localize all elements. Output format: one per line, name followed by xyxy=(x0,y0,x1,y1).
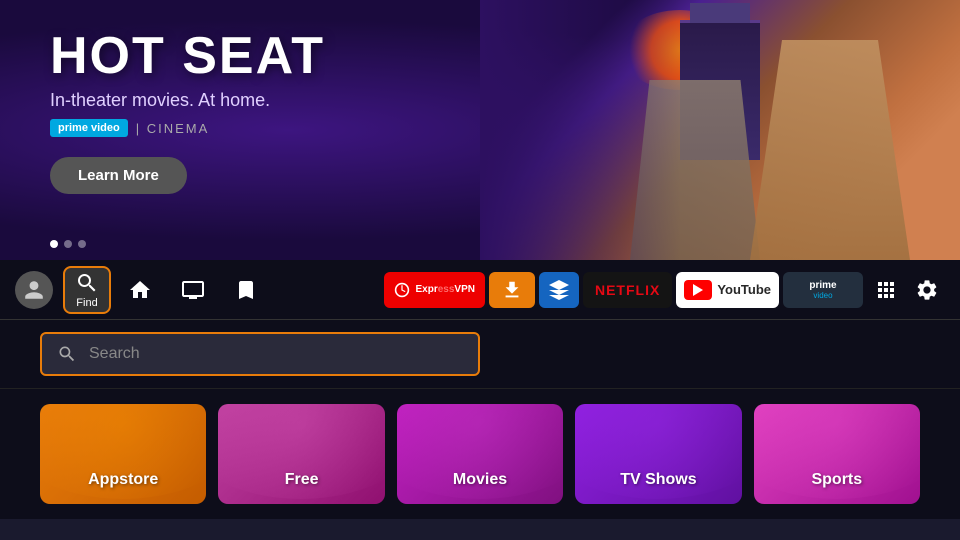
expressvpn-app-icon[interactable]: ExpressVPN xyxy=(384,272,484,308)
dot-2[interactable] xyxy=(64,240,72,248)
appstore-tile[interactable]: Appstore xyxy=(40,404,206,504)
expressvpn-icon xyxy=(394,282,410,298)
youtube-logo xyxy=(684,280,712,300)
character-1 xyxy=(750,40,910,260)
movies-tile[interactable]: Movies xyxy=(397,404,563,504)
tv-button[interactable] xyxy=(169,266,217,314)
prime-video-app-icon[interactable]: prime video xyxy=(783,272,863,308)
youtube-app-icon[interactable]: YouTube xyxy=(676,272,779,308)
learn-more-button[interactable]: Learn More xyxy=(50,157,187,194)
hero-title: HOT SEAT xyxy=(50,30,325,82)
carousel-dots xyxy=(50,240,86,248)
dot-3[interactable] xyxy=(78,240,86,248)
youtube-label: YouTube xyxy=(717,282,771,297)
hero-bg-gradient xyxy=(480,0,960,260)
tvshows-label: TV Shows xyxy=(620,471,696,489)
hero-banner: HOT SEAT In-theater movies. At home. pri… xyxy=(0,0,960,260)
settings-button[interactable] xyxy=(909,272,945,308)
search-icon xyxy=(75,271,99,295)
hero-brand: prime video | CINEMA xyxy=(50,119,325,137)
free-label: Free xyxy=(285,471,319,489)
filen-app-icon[interactable] xyxy=(539,272,579,308)
dot-1[interactable] xyxy=(50,240,58,248)
hero-fade-overlay xyxy=(480,0,680,260)
app-icons-group: ExpressVPN NETFLIX YouTube prime xyxy=(384,272,863,308)
watchlist-button[interactable] xyxy=(222,266,270,314)
hero-content: HOT SEAT In-theater movies. At home. pri… xyxy=(50,30,325,194)
prime-logo-text: prime video xyxy=(58,122,120,134)
free-tile[interactable]: Free xyxy=(218,404,384,504)
search-placeholder: Search xyxy=(89,345,140,363)
search-box-icon xyxy=(57,344,77,364)
expressvpn-label: ExpressVPN xyxy=(415,284,474,295)
find-button[interactable]: Find xyxy=(63,266,111,314)
find-label: Find xyxy=(76,297,97,309)
hero-image xyxy=(480,0,960,260)
categories-section: Appstore Free Movies TV Shows Sports xyxy=(0,389,960,519)
downloader-icon xyxy=(501,279,523,301)
search-area: Search xyxy=(0,320,960,389)
apps-grid-icon xyxy=(874,278,898,302)
prime-video-sub: video xyxy=(813,291,832,300)
profile-avatar[interactable] xyxy=(15,271,53,309)
filen-icon xyxy=(547,278,571,302)
netflix-app-icon[interactable]: NETFLIX xyxy=(583,272,672,308)
downloader-app-icon[interactable] xyxy=(489,272,535,308)
netflix-label: NETFLIX xyxy=(595,282,660,298)
appstore-label: Appstore xyxy=(88,471,158,489)
tv-icon xyxy=(181,278,205,302)
cinema-label: | CINEMA xyxy=(136,121,210,136)
prime-video-label-group: prime video xyxy=(809,280,836,300)
prime-label: prime xyxy=(809,280,836,291)
apps-grid-button[interactable] xyxy=(868,272,904,308)
prime-video-logo: prime video xyxy=(50,119,128,137)
movies-label: Movies xyxy=(453,471,507,489)
search-box[interactable]: Search xyxy=(40,332,480,376)
home-button[interactable] xyxy=(116,266,164,314)
nav-bar: Find ExpressVPN xyxy=(0,260,960,320)
tvshows-tile[interactable]: TV Shows xyxy=(575,404,741,504)
gear-icon xyxy=(915,278,939,302)
sports-label: Sports xyxy=(811,471,862,489)
profile-icon xyxy=(23,279,45,301)
sports-tile[interactable]: Sports xyxy=(754,404,920,504)
bookmark-icon xyxy=(234,278,258,302)
hero-subtitle: In-theater movies. At home. xyxy=(50,90,325,111)
home-icon xyxy=(128,278,152,302)
